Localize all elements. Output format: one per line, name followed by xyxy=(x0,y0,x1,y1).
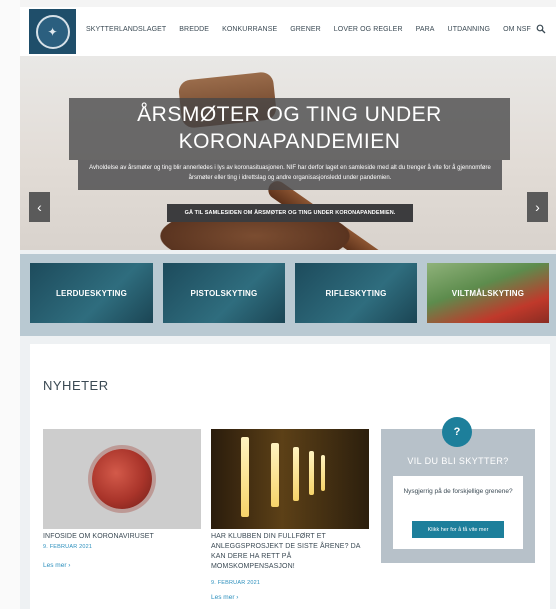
chevron-right-icon: › xyxy=(535,199,540,215)
category-label: RIFLESKYTING xyxy=(325,288,387,298)
read-more-link[interactable]: Les mer › xyxy=(43,562,70,569)
category-strip: LERDUESKYTING PISTOLSKYTING RIFLESKYTING… xyxy=(20,254,556,336)
nav-item-utdanning[interactable]: UTDANNING xyxy=(448,26,491,33)
question-icon: ? xyxy=(442,417,472,447)
category-tile-pistolskyting[interactable]: PISTOLSKYTING xyxy=(163,263,285,323)
outer-margin xyxy=(0,0,20,609)
read-more-link[interactable]: Les mer › xyxy=(211,594,238,601)
site-logo[interactable]: ✦ xyxy=(29,9,76,54)
search-icon[interactable] xyxy=(536,24,546,34)
virus-image xyxy=(92,449,152,509)
article-image-lights[interactable] xyxy=(211,429,369,529)
article-date: 9. FEBRUAR 2021 xyxy=(211,580,261,586)
category-label: LERDUESKYTING xyxy=(55,288,128,298)
light-strip xyxy=(241,437,249,517)
hero-carousel: ÅRSMØTER OG TING UNDER KORONAPANDEMIEN A… xyxy=(20,56,556,250)
article-title[interactable]: INFOSIDE OM KORONAVIRUSET xyxy=(43,532,203,542)
nav-item-skytterlandslaget[interactable]: SKYTTERLANDSLAGET xyxy=(86,26,166,33)
light-strip xyxy=(321,455,325,491)
category-tile-lerdueskyting[interactable]: LERDUESKYTING xyxy=(30,263,153,323)
light-strip xyxy=(271,443,279,507)
carousel-prev-button[interactable]: ‹ xyxy=(29,192,50,222)
become-shooter-title: VIL DU BLI SKYTTER? xyxy=(407,456,509,466)
category-label: PISTOLSKYTING xyxy=(190,288,258,298)
chevron-left-icon: ‹ xyxy=(37,199,42,215)
nav-item-konkurranse[interactable]: KONKURRANSE xyxy=(222,26,277,33)
article-image-coronavirus[interactable] xyxy=(43,429,201,529)
news-section: NYHETER INFOSIDE OM KORONAVIRUSET 9. FEB… xyxy=(30,344,550,609)
nav-item-grener[interactable]: GRENER xyxy=(290,26,321,33)
learn-more-button[interactable]: Klikk her for å få vite mer xyxy=(412,521,504,538)
category-label: VILTMÅLSKYTING xyxy=(451,288,525,298)
carousel-next-button[interactable]: › xyxy=(527,192,548,222)
category-tile-rifleskyting[interactable]: RIFLESKYTING xyxy=(295,263,417,323)
hero-subtitle: Avholdelse av årsmøter og ting blir anne… xyxy=(89,165,491,181)
nav-item-bredde[interactable]: BREDDE xyxy=(179,26,209,33)
article-title[interactable]: HAR KLUBBEN DIN FULLFØRT ET ANLEGGSPROSJ… xyxy=(211,532,373,572)
light-strip xyxy=(309,451,314,495)
nav-item-para[interactable]: PARA xyxy=(416,26,435,33)
nav-item-om-nsf[interactable]: OM NSF xyxy=(503,26,531,33)
become-shooter-text: Nysgjerrig på de forskjellige grenene? xyxy=(403,488,513,495)
become-shooter-card: Nysgjerrig på de forskjellige grenene? K… xyxy=(393,476,523,549)
article-date: 9. FEBRUAR 2021 xyxy=(43,544,93,550)
hero-cta-button[interactable]: GÅ TIL SAMLESIDEN OM ÅRSMØTER OG TING UN… xyxy=(167,204,413,222)
site-header: ✦ SKYTTERLANDSLAGET BREDDE KONKURRANSE G… xyxy=(20,7,556,56)
news-heading: NYHETER xyxy=(43,378,109,393)
page: ✦ SKYTTERLANDSLAGET BREDDE KONKURRANSE G… xyxy=(20,7,556,609)
main-nav: SKYTTERLANDSLAGET BREDDE KONKURRANSE GRE… xyxy=(86,26,531,33)
light-strip xyxy=(293,447,299,501)
nav-item-lover-og-regler[interactable]: LOVER OG REGLER xyxy=(334,26,403,33)
logo-emblem: ✦ xyxy=(35,14,70,49)
hero-title: ÅRSMØTER OG TING UNDER KORONAPANDEMIEN xyxy=(137,103,442,153)
category-tile-viltmalskyting[interactable]: VILTMÅLSKYTING xyxy=(427,263,549,323)
become-shooter-box: ? VIL DU BLI SKYTTER? Nysgjerrig på de f… xyxy=(381,417,535,563)
